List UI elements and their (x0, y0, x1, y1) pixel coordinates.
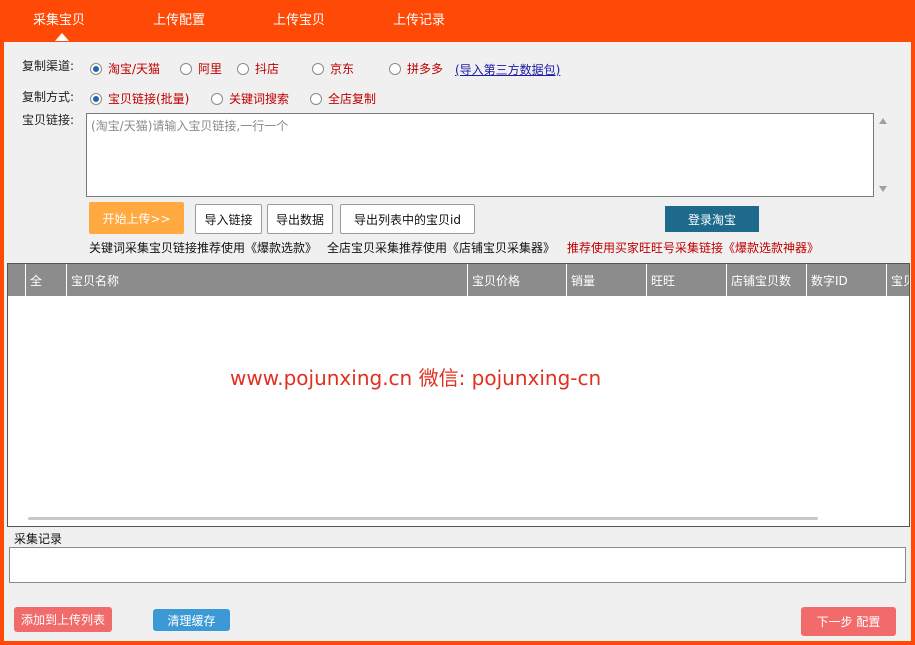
radio-icon (310, 92, 322, 105)
table-header: 全 宝贝名称 宝贝价格 销量 旺旺 店铺宝贝数 数字ID 宝贝 (8, 264, 909, 296)
export-data-button[interactable]: 导出数据 (267, 204, 333, 234)
links-scrollbar[interactable] (876, 113, 890, 197)
login-taobao-button[interactable]: 登录淘宝 (665, 206, 759, 232)
links-textarea[interactable]: (淘宝/天猫)请输入宝贝链接,一行一个 (86, 113, 874, 197)
table-hscrollbar[interactable] (28, 517, 818, 520)
radio-icon (180, 62, 192, 75)
radio-icon (211, 92, 223, 105)
tab-upload-records[interactable]: 上传记录 (374, 9, 464, 28)
clear-cache-button[interactable]: 清理缓存 (153, 609, 230, 631)
channel-label: 复制渠道: (22, 59, 75, 73)
hint-keyword: 关键词采集宝贝链接推荐使用《爆款选款》 (89, 241, 318, 255)
log-box (9, 547, 906, 583)
method-radio-shop[interactable]: 全店复制 (310, 90, 376, 107)
channel-radio-pdd[interactable]: 拼多多 (389, 60, 443, 77)
col-item-more[interactable]: 宝贝 (887, 264, 909, 296)
radio-selected-icon (90, 92, 102, 105)
main-panel: 复制渠道: 淘宝/天猫 阿里 抖店 京东 拼多多 (导入第三方数据包) 复制方式… (4, 42, 911, 641)
col-select-all[interactable]: 全 (26, 264, 67, 296)
active-tab-indicator (55, 33, 69, 41)
col-row-indicator (8, 264, 26, 296)
start-upload-button[interactable]: 开始上传>> (89, 202, 184, 234)
links-label: 宝贝链接: (22, 113, 75, 127)
watermark-text: www.pojunxing.cn 微信: pojunxing-cn (230, 366, 602, 390)
tab-upload-items[interactable]: 上传宝贝 (254, 9, 344, 28)
import-links-button[interactable]: 导入链接 (195, 204, 262, 234)
tab-upload-config[interactable]: 上传配置 (134, 9, 224, 28)
method-radio-keyword[interactable]: 关键词搜索 (211, 90, 289, 107)
col-item-price[interactable]: 宝贝价格 (468, 264, 567, 296)
method-label: 复制方式: (22, 90, 75, 104)
scroll-up-icon[interactable] (879, 118, 887, 124)
export-ids-button[interactable]: 导出列表中的宝贝id (340, 204, 475, 234)
channel-radio-douyin[interactable]: 抖店 (237, 60, 279, 77)
col-sales[interactable]: 销量 (567, 264, 647, 296)
tab-collect-items[interactable]: 采集宝贝 (14, 9, 104, 28)
top-nav-bar: 采集宝贝 上传配置 上传宝贝 上传记录 (0, 0, 915, 42)
channel-radio-taobao[interactable]: 淘宝/天猫 (90, 60, 160, 77)
channel-radio-jd[interactable]: 京东 (312, 60, 354, 77)
add-to-upload-list-button[interactable]: 添加到上传列表 (14, 607, 112, 632)
radio-icon (389, 62, 401, 75)
method-radio-links[interactable]: 宝贝链接(批量) (90, 90, 189, 107)
import-third-party-link[interactable]: (导入第三方数据包) (455, 61, 560, 78)
hint-wangwang: 推荐使用买家旺旺号采集链接《爆款选款神器》 (567, 241, 820, 255)
col-item-name[interactable]: 宝贝名称 (67, 264, 468, 296)
scroll-down-icon[interactable] (879, 186, 887, 192)
radio-selected-icon (90, 62, 102, 75)
channel-radio-ali[interactable]: 阿里 (180, 60, 222, 77)
radio-icon (312, 62, 324, 75)
col-shop-item-count[interactable]: 店铺宝贝数 (727, 264, 807, 296)
hint-shop: 全店宝贝采集推荐使用《店铺宝贝采集器》 (327, 241, 556, 255)
radio-icon (237, 62, 249, 75)
col-numeric-id[interactable]: 数字ID (807, 264, 887, 296)
col-wangwang[interactable]: 旺旺 (647, 264, 727, 296)
items-table: 全 宝贝名称 宝贝价格 销量 旺旺 店铺宝贝数 数字ID 宝贝 www.poju… (7, 263, 910, 527)
next-step-config-button[interactable]: 下一步 配置 (801, 607, 896, 636)
log-title: 采集记录 (14, 532, 63, 546)
